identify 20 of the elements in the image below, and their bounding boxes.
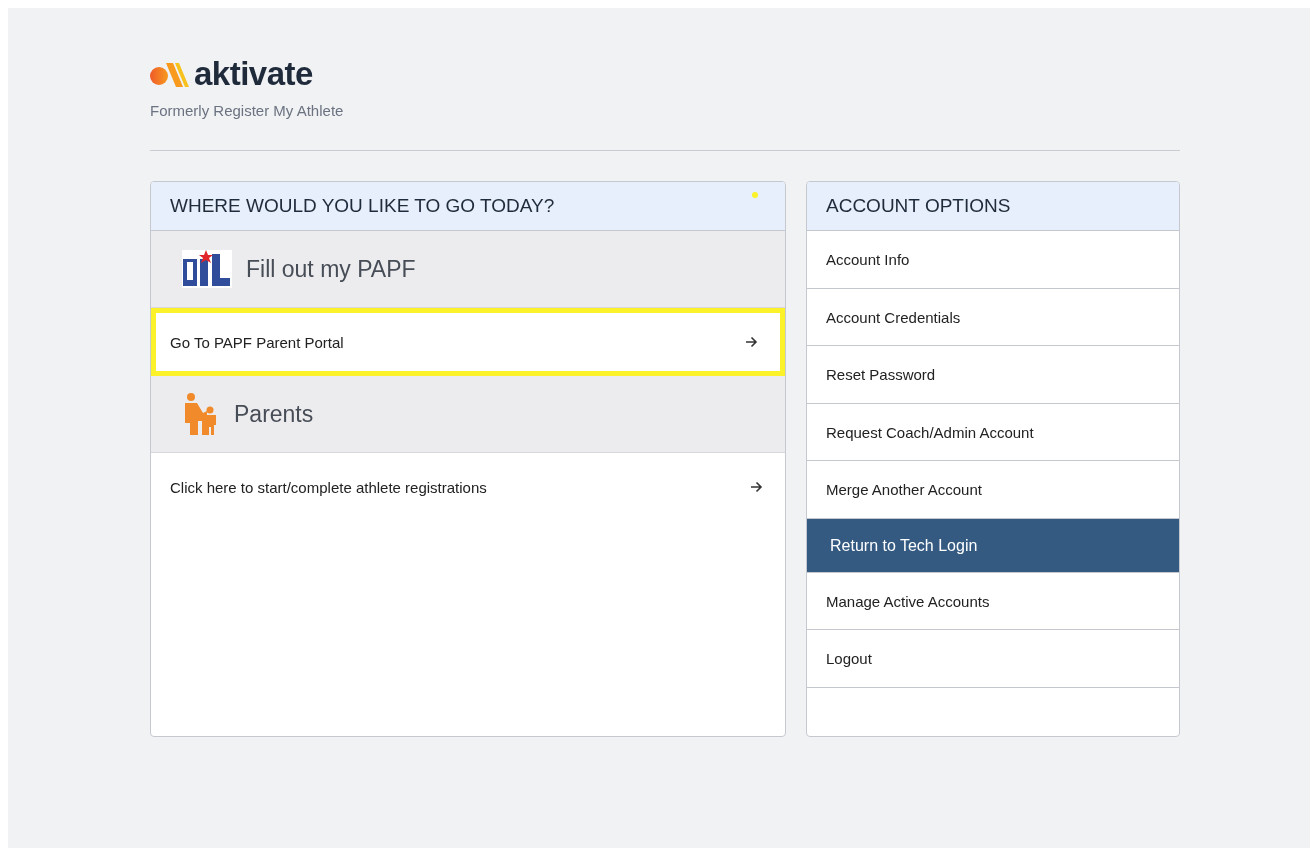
account-option[interactable]: Account Info [807,231,1179,289]
account-option[interactable]: Account Credentials [807,288,1179,346]
account-option[interactable]: Merge Another Account [807,461,1179,519]
portal-link[interactable]: Go To PAPF Parent Portal [151,308,785,376]
account-option[interactable]: Return to Tech Login [807,518,1179,573]
section-title: Parents [234,400,314,428]
account-option[interactable]: Request Coach/Admin Account [807,403,1179,461]
tagline: Formerly Register My Athlete [150,102,345,119]
account-option[interactable]: Manage Active Accounts [807,572,1179,630]
highlight-dot [752,192,758,198]
arrow-right-icon [745,336,758,348]
panel-title: ACCOUNT OPTIONS [807,182,1179,231]
arrow-right-icon [750,481,763,493]
account-option[interactable]: Logout [807,630,1179,688]
account-option[interactable]: Reset Password [807,346,1179,404]
brand-name: aktivate [194,58,313,90]
shield-logo-icon [182,250,232,288]
logo-icon [150,61,190,87]
section-title: Fill out my PAPF [246,255,416,283]
panel-title: WHERE WOULD YOU LIKE TO GO TODAY? [151,182,785,231]
